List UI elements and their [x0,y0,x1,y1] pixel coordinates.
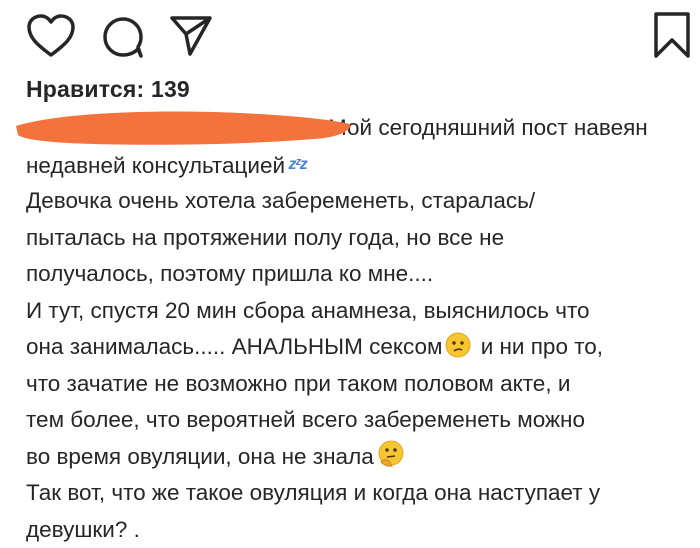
caption-line: во время овуляции, она не знала [26,439,696,476]
caption-text: недавней консультацией [26,153,285,178]
heart-icon[interactable] [26,14,76,58]
caption-line: тем более, что вероятней всего заберемен… [26,402,696,439]
bookmark-icon[interactable] [652,10,692,60]
caption-line: пыталась на протяжении полу года, но все… [26,220,696,257]
post-caption: Мой сегодняшний пост навеян недавней кон… [26,110,696,548]
caption-text: во время овуляции, она не знала [26,444,374,469]
zzz-emoji-icon: zᶻz [285,156,307,173]
caption-line: И тут, спустя 20 мин сбора анамнеза, выя… [26,293,696,330]
likes-count[interactable]: Нравится: 139 [26,76,190,103]
comment-icon[interactable] [100,14,146,60]
caption-line: получалось, поэтому пришла ко мне.... [26,256,696,293]
confused-face-emoji-icon [445,332,471,358]
caption-line: Так вот, что же такое овуляция и когда о… [26,475,696,512]
caption-line: Девочка очень хотела забеременеть, стара… [26,183,696,220]
username-redaction [14,108,354,148]
share-icon[interactable] [168,12,214,58]
post-action-bar [0,0,700,70]
thinking-face-emoji-icon [377,440,405,468]
caption-text: и ни про то, [474,334,603,359]
caption-text: она занималась..... АНАЛЬНЫМ сексом [26,334,442,359]
caption-line: недавней консультацией zᶻz [26,147,696,184]
caption-line: что зачатие не возможно при таком полово… [26,366,696,403]
caption-line: она занималась..... АНАЛЬНЫМ сексом и ни… [26,329,696,366]
